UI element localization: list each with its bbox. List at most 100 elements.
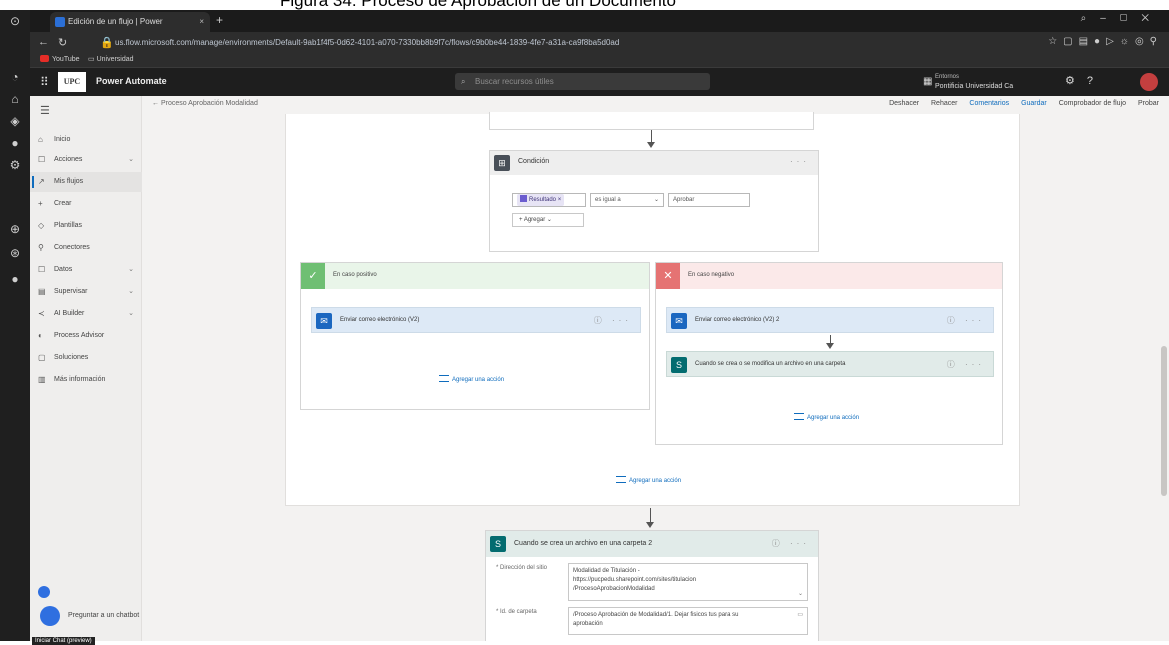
tooltip: Iniciar Chat (preview) (32, 637, 95, 645)
site-address-label: * Dirección del sitio (496, 565, 548, 571)
no-branch-header[interactable]: ✕ En caso negativo (656, 263, 1002, 289)
environment-picker[interactable]: Entornos Pontificia Universidad Ca (935, 73, 1013, 91)
add-condition-button[interactable]: + Agregar ⌄ (512, 213, 584, 227)
yes-branch: ✓ En caso positivo ✉ Enviar correo elect… (300, 262, 650, 410)
action-title: Enviar correo electrónico (V2) 2 (695, 317, 780, 323)
nav-item-mas-informacion[interactable]: ▥ Más información (30, 370, 142, 390)
redo-button[interactable]: Rehacer (931, 100, 957, 107)
bookmark-youtube[interactable]: YouTube (40, 55, 80, 63)
app-name[interactable]: Power Automate (96, 76, 167, 86)
save-button[interactable]: Guardar (1021, 100, 1047, 107)
left-navigation: ☰ ⌂ Inicio ☐ Acciones ⌄ ↗ Mis flujos + Crear … (30, 96, 142, 645)
window-controls[interactable]: ⌕–▢✕ (1081, 13, 1163, 24)
nav-item-datos[interactable]: ☐ Datos ⌄ (30, 260, 142, 280)
yes-branch-header[interactable]: ✓ En caso positivo (301, 263, 649, 289)
more-options-icon[interactable]: ⓘ ··· (594, 315, 632, 326)
sidebar-cube-icon[interactable]: ⊛ (8, 246, 22, 260)
condition-row: Resultado × es igual a ⌄ Aprobar (512, 193, 812, 209)
refresh-icon[interactable]: ↻ (58, 36, 67, 49)
close-tab-icon[interactable]: × (199, 12, 204, 32)
nav-item-label: Más información (54, 376, 106, 383)
browser-tab[interactable]: Edición de un flujo | Power × (50, 12, 210, 32)
condition-operator-select[interactable]: es igual a ⌄ (590, 193, 664, 207)
add-action-button[interactable]: Agregar una acción (616, 476, 681, 484)
add-action-button[interactable]: Agregar una acción (794, 413, 859, 421)
sidebar-dot-icon[interactable]: ● (8, 272, 22, 286)
site-address-line: Modalidad de Titulación - (573, 568, 640, 574)
condition-header[interactable]: ⊞ Condición ··· (490, 151, 818, 175)
more-options-icon[interactable]: ··· (790, 157, 810, 166)
browser-sidebar: ⊙ ◔ ⌂ ◈ ● ⚙ ⊕ ⊛ ● (0, 10, 30, 641)
site-address-line: /ProcesoAprobacionModalidad (573, 586, 655, 592)
browser-menu-icon[interactable]: ⊙ (8, 14, 22, 28)
chatbot-button[interactable]: Preguntar a un chatbot (40, 606, 139, 628)
gear-sidebar-icon[interactable]: ⚙ (8, 158, 22, 172)
nav-item-conectores[interactable]: ⚲ Conectores (30, 238, 142, 258)
folder-id-input[interactable]: /Proceso Aprobación de Modalidad/1. Deja… (568, 607, 808, 635)
nav-item-process-advisor[interactable]: ◐ Process Advisor (30, 326, 142, 346)
sidebar-add-icon[interactable]: ⊕ (8, 222, 22, 236)
nav-item-acciones[interactable]: ☐ Acciones ⌄ (30, 150, 142, 170)
add-action-button[interactable]: Agregar una acción (439, 375, 504, 383)
new-tab-button[interactable]: + (216, 13, 223, 27)
nav-item-mis-flujos[interactable]: ↗ Mis flujos (30, 172, 142, 192)
nav-item-label: Mis flujos (54, 178, 84, 185)
token-label: Resultado (529, 197, 557, 203)
approval-icon (520, 195, 527, 202)
nav-item-ai-builder[interactable]: ≺ AI Builder ⌄ (30, 304, 142, 324)
chevron-down-icon[interactable]: ⌄ (798, 590, 803, 599)
test-button[interactable]: Probar (1138, 100, 1159, 107)
nav-item-supervisar[interactable]: ▤ Supervisar ⌄ (30, 282, 142, 302)
nav-item-soluciones[interactable]: ▢ Soluciones (30, 348, 142, 368)
avatar[interactable] (1140, 73, 1158, 91)
site-address-input[interactable]: Modalidad de Titulación - https://pucped… (568, 563, 808, 601)
chevron-down-icon: ⌄ (653, 197, 659, 203)
tab-title: Edición de un flujo | Power (68, 17, 163, 26)
comments-button[interactable]: Comentarios (969, 100, 1009, 107)
bookmark-universidad[interactable]: ▭ Universidad (88, 55, 134, 63)
circle-icon[interactable]: ● (8, 136, 22, 150)
vertical-scrollbar[interactable] (1161, 346, 1167, 496)
nav-item-label: Datos (54, 266, 73, 273)
header-icons[interactable]: ⚙? (1065, 74, 1105, 87)
flow-checker-button[interactable]: Comprobador de flujo (1059, 100, 1126, 107)
briefcase-icon[interactable]: ⌂ (8, 92, 22, 106)
bookmarks-bar: YouTube ▭ Universidad (30, 54, 1169, 68)
command-list: Deshacer Rehacer Comentarios Guardar Com… (879, 100, 1159, 107)
nav-item-label: AI Builder (54, 310, 85, 317)
sharepoint-trigger-action[interactable]: S Cuando se crea o se modifica un archiv… (666, 351, 994, 377)
search-input[interactable]: ⌕ Buscar recursos útiles (455, 73, 710, 90)
more-options-icon[interactable]: ⓘ ··· (947, 315, 985, 326)
add-action-label: Agregar una acción (629, 478, 682, 484)
more-options-icon[interactable]: ⓘ ··· (772, 538, 810, 549)
more-options-icon[interactable]: ⓘ ··· (947, 359, 985, 370)
condition-card[interactable]: ⊞ Condición ··· Resultado × es igual a ⌄ … (489, 150, 819, 252)
condition-value-input[interactable]: Aprobar (668, 193, 750, 207)
undo-button[interactable]: Deshacer (889, 100, 919, 107)
previous-step-card[interactable] (489, 112, 814, 130)
trigger-title: Cuando se crea un archivo en una carpeta… (514, 540, 653, 547)
screenshot-frame: ⊙ ◔ ⌂ ◈ ● ⚙ ⊕ ⊛ ● Edición de un flujo | … (0, 10, 1169, 645)
send-email-2-action[interactable]: ✉ Enviar correo electrónico (V2) 2 ⓘ ··· (666, 307, 994, 333)
bookmark-label: YouTube (52, 56, 80, 63)
trigger-header[interactable]: S Cuando se crea un archivo en una carpe… (486, 531, 818, 557)
add-label: Agregar (523, 217, 546, 223)
condition-token-input[interactable]: Resultado × (512, 193, 586, 207)
browser-ext-icon[interactable]: ◔ (8, 70, 22, 84)
nav-item-crear[interactable]: + Crear (30, 194, 142, 214)
breadcrumb[interactable]: ← Proceso Aprobación Modalidad (152, 100, 258, 107)
nav-item-inicio[interactable]: ⌂ Inicio (30, 130, 142, 150)
flow-canvas: ⊞ Condición ··· Resultado × es igual a ⌄ … (285, 112, 1020, 506)
edge-shop-icon[interactable]: ◈ (8, 114, 22, 128)
send-email-action[interactable]: ✉ Enviar correo electrónico (V2) ⓘ ··· (311, 307, 641, 333)
file-created-trigger-card[interactable]: S Cuando se crea un archivo en una carpe… (485, 530, 819, 641)
nav-item-plantillas[interactable]: ◇ Plantillas (30, 216, 142, 236)
hamburger-icon[interactable]: ☰ (40, 104, 50, 117)
app-launcher-icon[interactable]: ⠿ (40, 75, 49, 89)
chatbot-icon (40, 606, 60, 626)
sharepoint-icon: S (671, 357, 687, 373)
extension-icons[interactable]: ☆▢▤●▷☼◎⚲ (1048, 36, 1163, 47)
url-bar[interactable]: us.flow.microsoft.com/manage/environment… (115, 35, 715, 51)
folder-picker-icon[interactable]: ▭ (797, 611, 803, 620)
back-icon[interactable]: ← (38, 36, 49, 48)
